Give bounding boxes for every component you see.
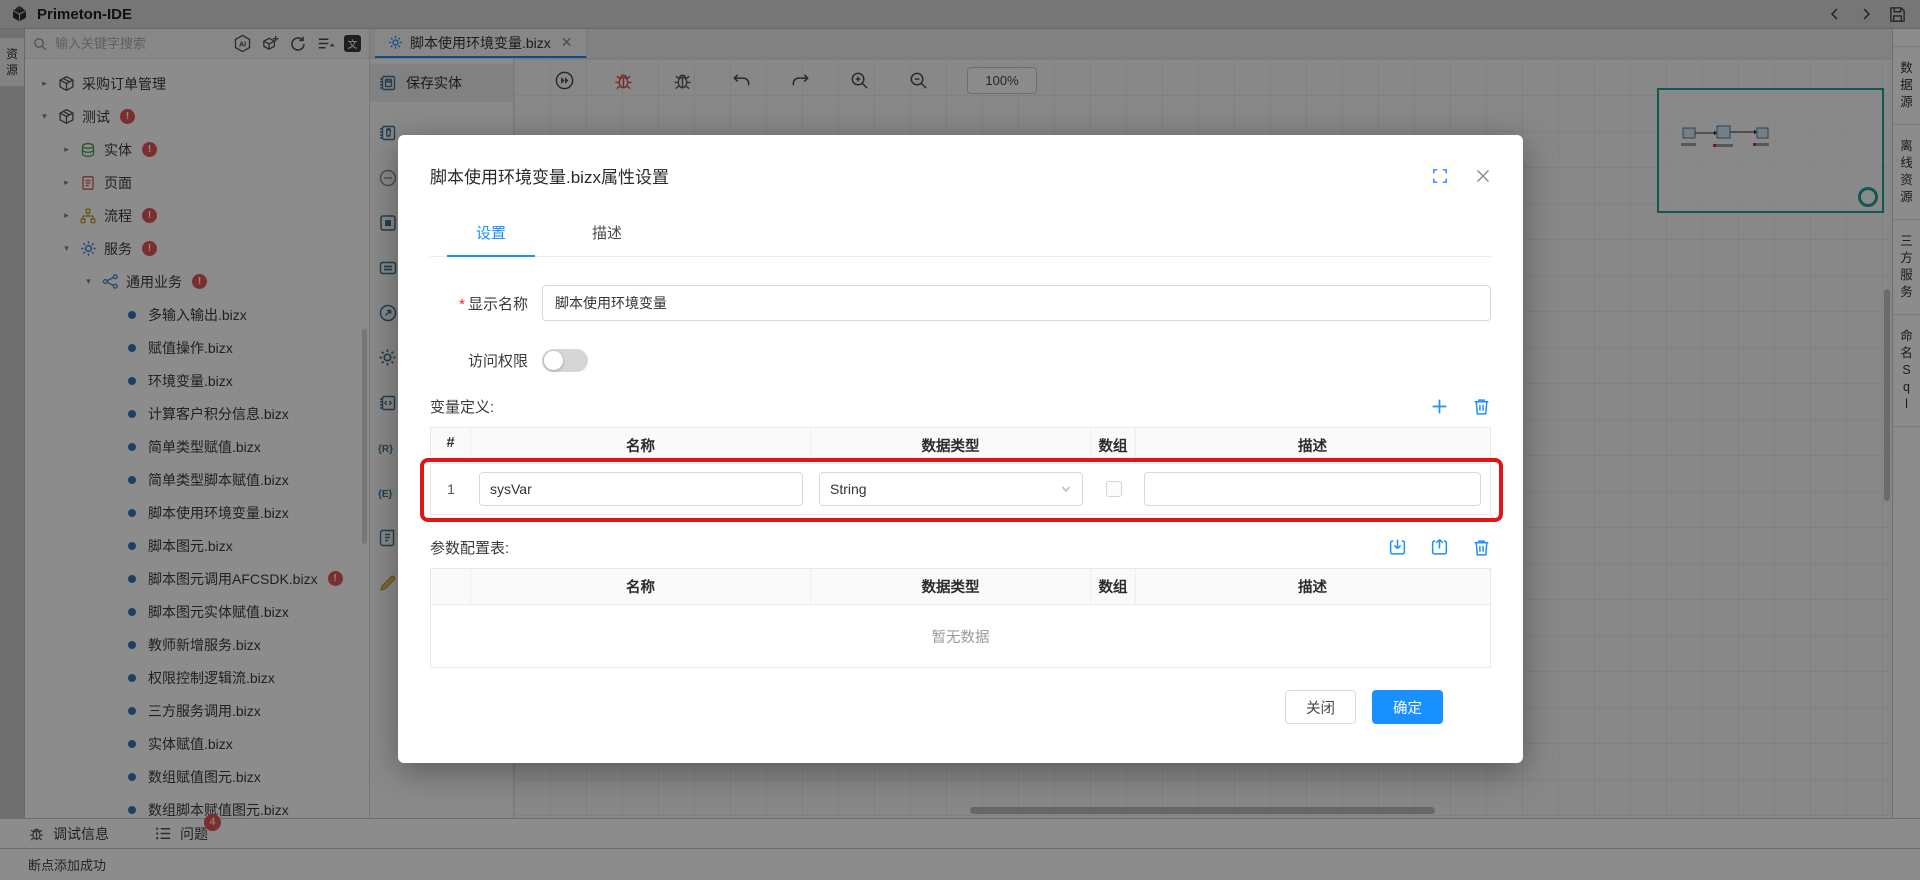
array-checkbox[interactable] <box>1106 481 1122 497</box>
empty-data-text: 暂无数据 <box>431 605 1490 667</box>
column-header: 数组 <box>1091 428 1136 463</box>
column-header: 描述 <box>1136 569 1489 604</box>
dialog-title: 脚本使用环境变量.bizx属性设置 <box>430 163 669 188</box>
delete-icon[interactable] <box>1472 538 1491 557</box>
column-header: 名称 <box>471 428 811 463</box>
data-type-select[interactable]: String <box>819 472 1083 506</box>
column-header <box>431 569 471 604</box>
add-icon[interactable] <box>1430 397 1449 416</box>
dialog-expand-icon[interactable] <box>1432 168 1448 184</box>
display-name-label: *显示名称 <box>430 293 542 314</box>
dialog-head-icons <box>1432 168 1491 184</box>
variables-table: #名称数据类型数组描述 1 String <box>430 427 1491 515</box>
variable-row: 1 String <box>431 464 1490 514</box>
import-icon[interactable] <box>1388 538 1407 557</box>
ok-button[interactable]: 确定 <box>1372 690 1443 724</box>
dialog-tab-设置[interactable]: 设置 <box>447 212 535 257</box>
dialog-tabs: 设置描述 <box>430 212 1491 257</box>
access-toggle[interactable] <box>542 349 588 372</box>
chevron-down-icon <box>1060 483 1072 495</box>
variable-name-input[interactable] <box>479 472 803 506</box>
column-header: 描述 <box>1136 428 1489 463</box>
required-mark: * <box>459 296 465 313</box>
display-name-input[interactable] <box>542 285 1491 321</box>
delete-icon[interactable] <box>1472 397 1491 416</box>
toggle-knob-icon <box>544 351 563 370</box>
params-section-icons <box>1388 538 1491 557</box>
description-input[interactable] <box>1144 472 1481 506</box>
properties-dialog: 脚本使用环境变量.bizx属性设置 设置描述 *显示名称 访问权限 变量定义: … <box>398 135 1523 763</box>
dialog-close-icon[interactable] <box>1475 168 1491 184</box>
export-icon[interactable] <box>1430 538 1449 557</box>
column-header: # <box>431 428 471 463</box>
column-header: 数组 <box>1091 569 1136 604</box>
row-index: 1 <box>431 481 471 497</box>
column-header: 名称 <box>471 569 811 604</box>
dialog-tab-描述[interactable]: 描述 <box>563 212 651 256</box>
access-label: 访问权限 <box>430 350 542 371</box>
data-type-value: String <box>830 481 867 497</box>
params-section-label: 参数配置表: <box>430 537 509 558</box>
variables-section-label: 变量定义: <box>430 396 494 417</box>
column-header: 数据类型 <box>811 569 1091 604</box>
params-table: 名称数据类型数组描述 暂无数据 <box>430 568 1491 668</box>
close-button[interactable]: 关闭 <box>1285 690 1356 724</box>
variables-section-icons <box>1430 397 1491 416</box>
column-header: 数据类型 <box>811 428 1091 463</box>
